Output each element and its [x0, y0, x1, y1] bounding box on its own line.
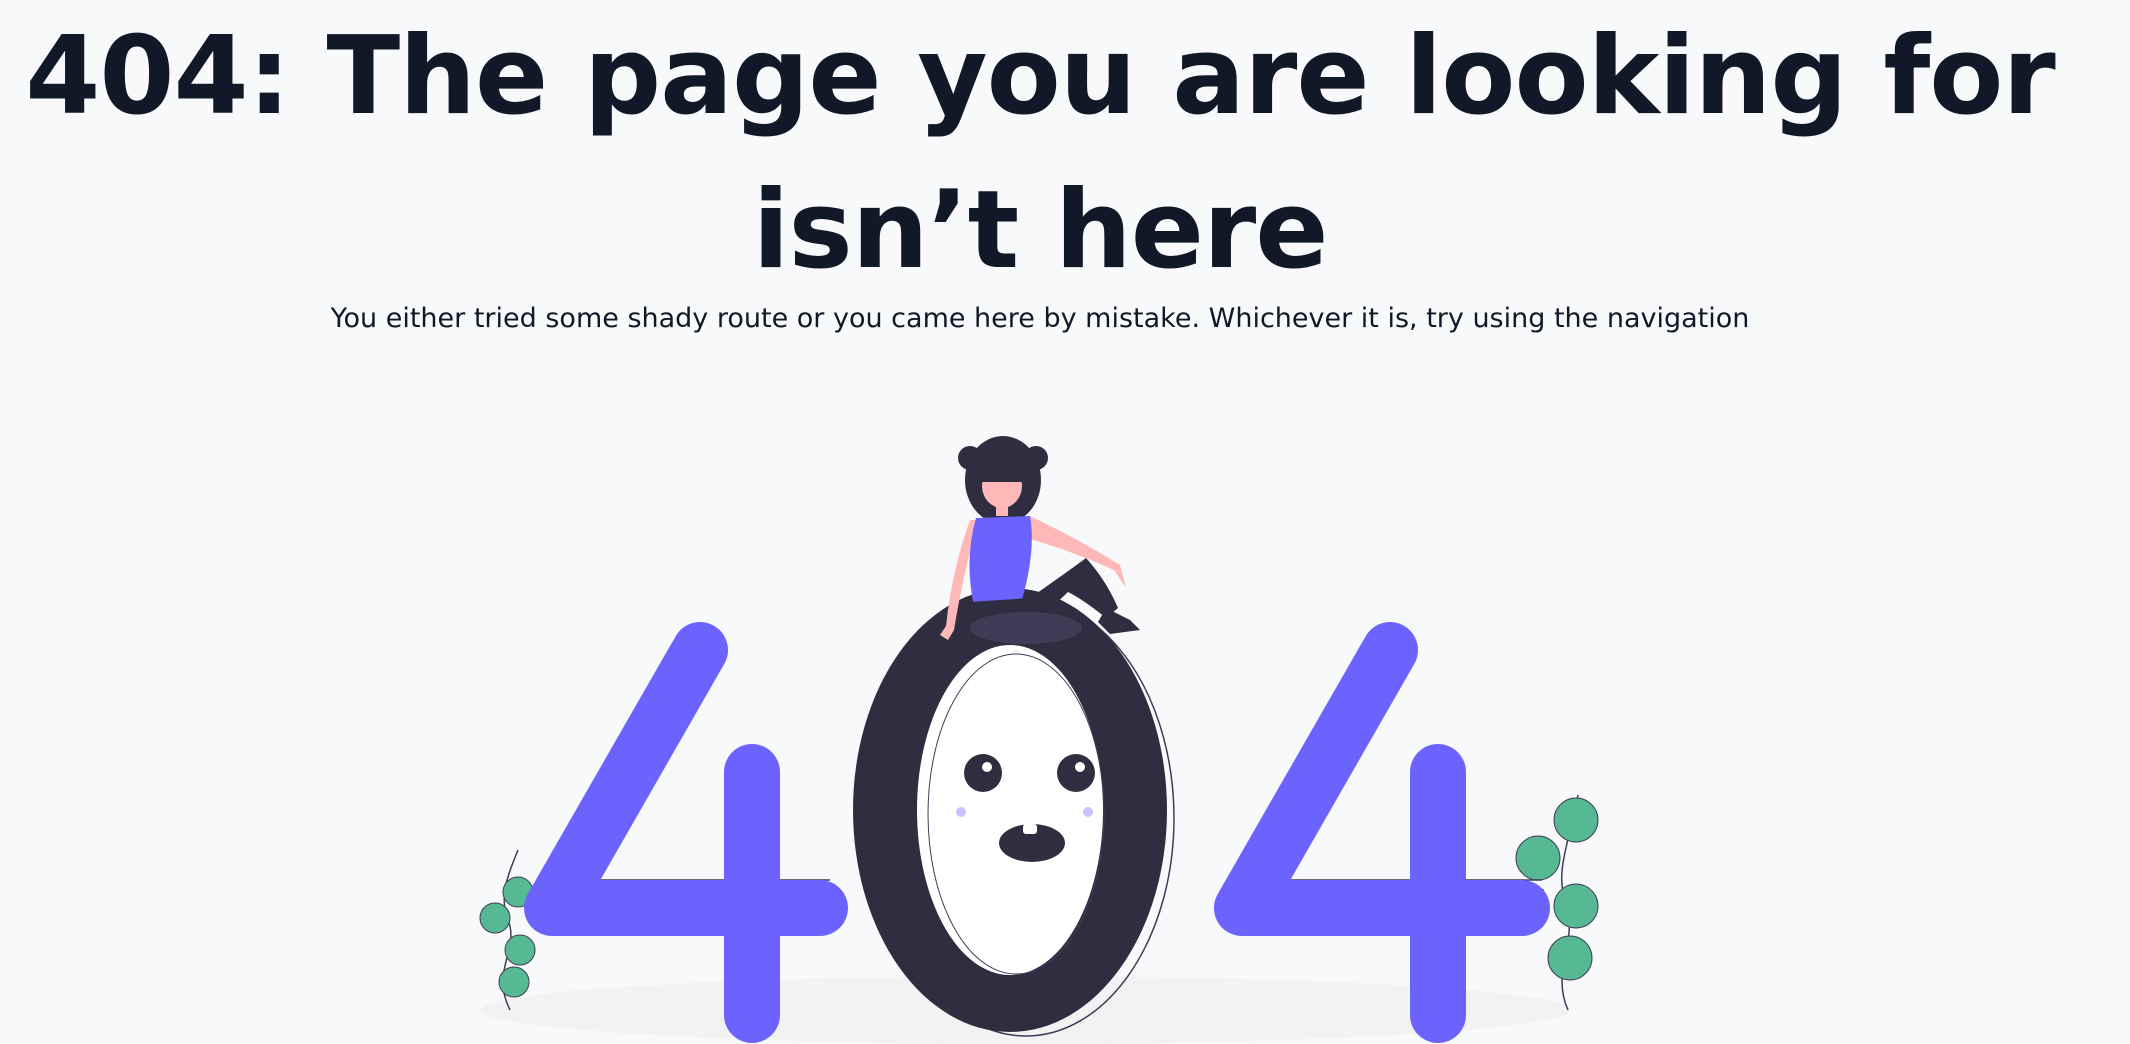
- woman-figure: [940, 436, 1140, 644]
- zero-face: [853, 588, 1175, 1037]
- page-title: 404: The page you are looking for isn’t …: [25, 14, 2056, 293]
- left-four-digit: [524, 622, 848, 1043]
- right-four-digit: [1214, 622, 1550, 1043]
- not-found-illustration: [470, 430, 1630, 1044]
- page-description: You either tried some shady route or you…: [330, 303, 1750, 334]
- left-plant-icon: [479, 849, 536, 1011]
